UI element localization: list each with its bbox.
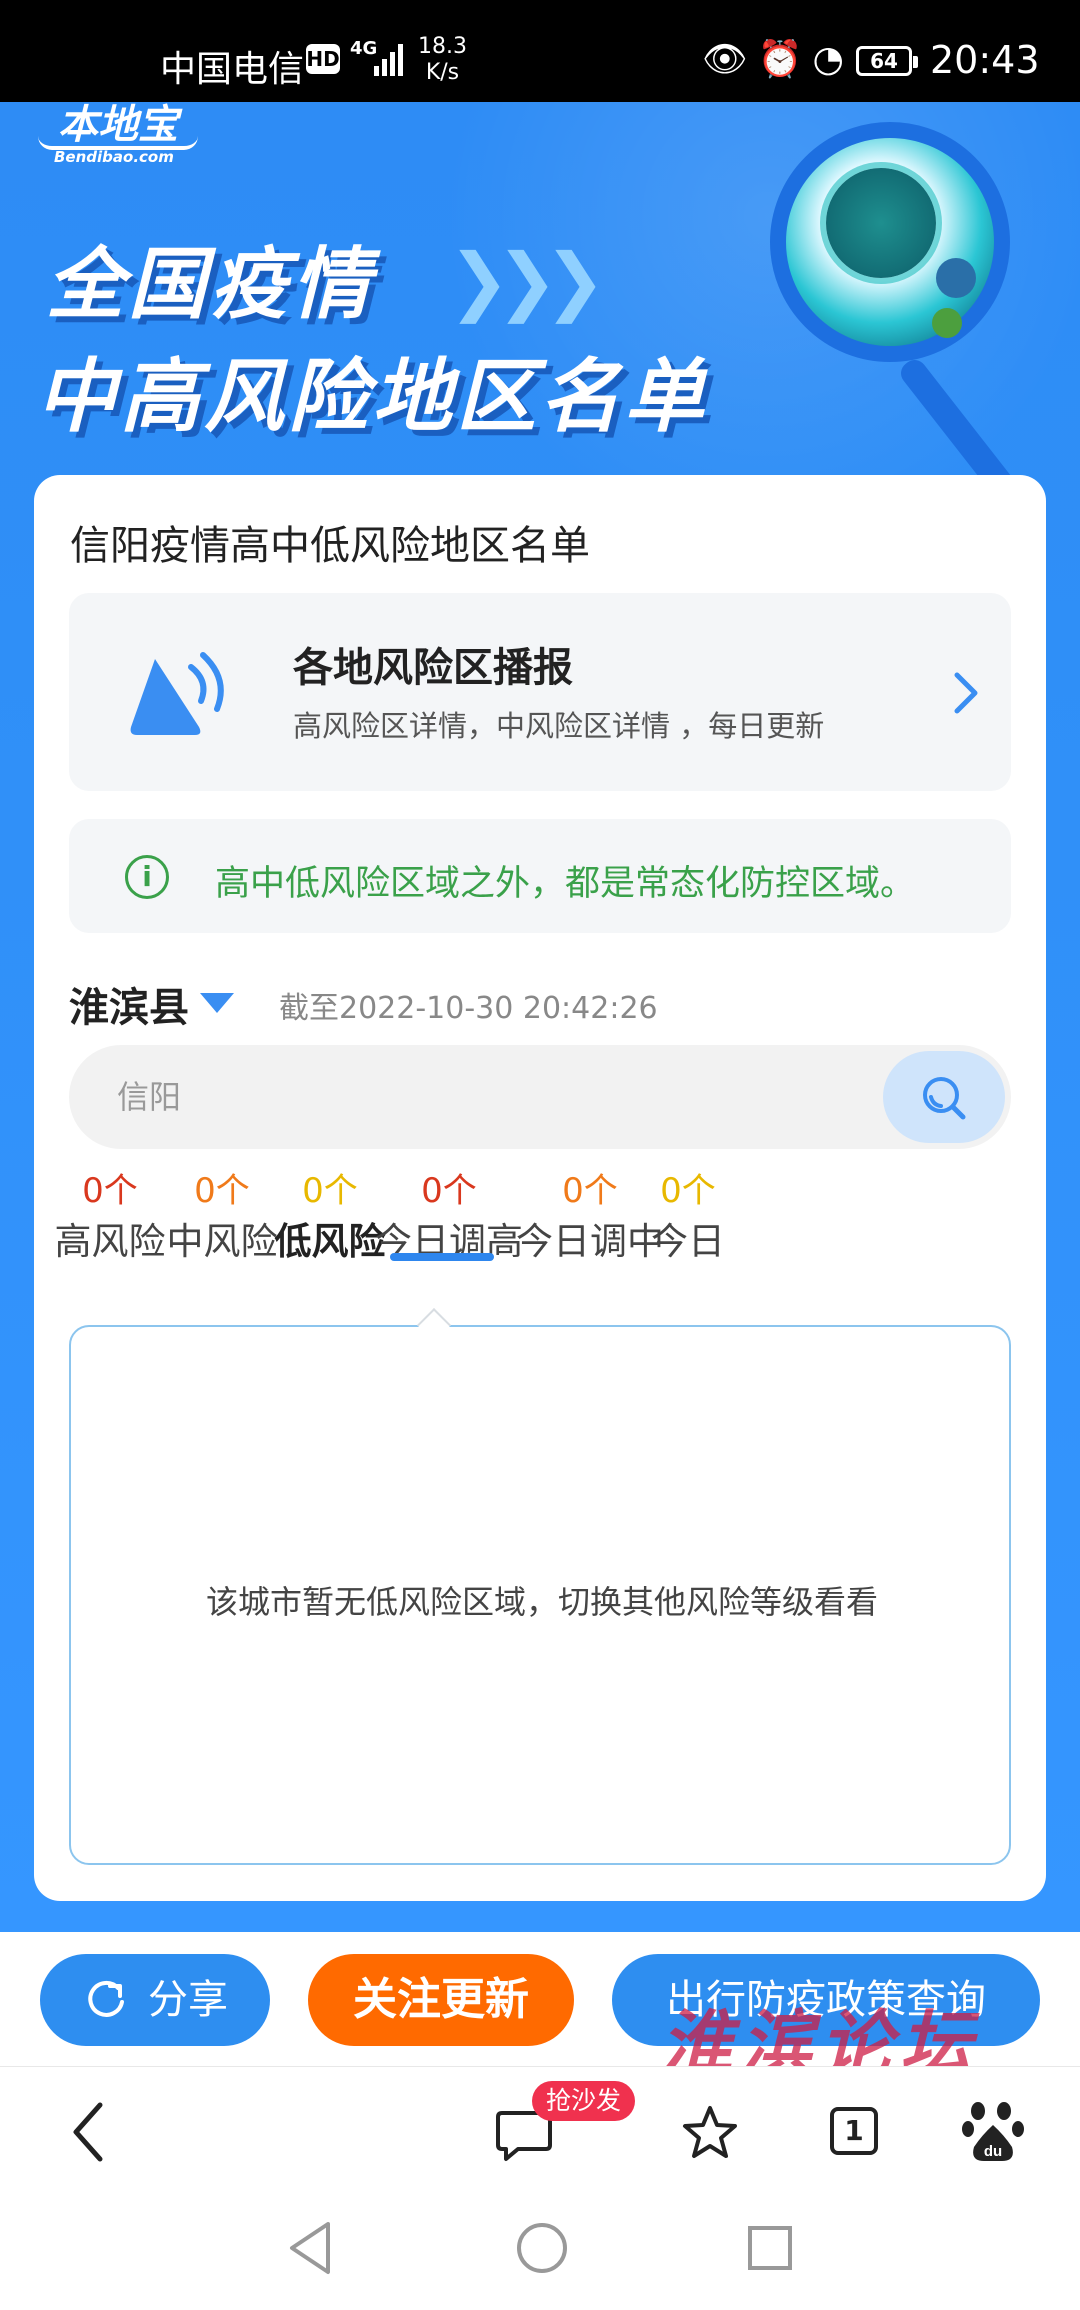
system-navigation	[0, 2196, 1080, 2310]
battery-icon: 64	[856, 46, 918, 76]
broadcast-title: 各地风险区播报	[293, 645, 573, 691]
magnifier-virus-icon	[770, 122, 1010, 362]
tab-label: 今日	[651, 1220, 725, 1263]
search-bar	[69, 1045, 1011, 1149]
nav-back-icon[interactable]	[282, 2216, 338, 2280]
caret-down-icon[interactable]	[200, 993, 234, 1013]
tab-label: 高风险	[54, 1220, 166, 1263]
signal-icon	[374, 44, 403, 76]
follow-updates-button[interactable]: 关注更新	[308, 1954, 574, 2046]
search-button[interactable]	[883, 1051, 1005, 1143]
share-icon	[88, 1980, 124, 2017]
bendibao-logo: 本地宝 Bendibao.com	[34, 102, 214, 172]
share-button[interactable]: 分享	[40, 1954, 270, 2046]
star-icon[interactable]	[680, 2103, 740, 2163]
empty-message: 该城市暂无低风险区域，切换其他风险等级看看	[205, 1583, 878, 1621]
speaker-icon	[130, 652, 224, 735]
tab-count: 0个	[82, 1171, 138, 1211]
active-tab-indicator	[390, 1253, 494, 1261]
update-timestamp: 截至2022-10-30 20:42:26	[279, 991, 658, 1026]
risk-list-card: 信阳疫情高中低风险地区名单 各地风险区播报 高风险区详情，中风险区详情 ，每日更…	[34, 475, 1046, 1901]
back-icon[interactable]	[64, 2097, 114, 2167]
region-selector[interactable]: 淮滨县	[69, 975, 189, 1033]
risk-level-tabs: 0个 高风险 0个 中风险 0个 低风险 0个 今日调高 0个 今日调中 0个 今日	[34, 1165, 1046, 1345]
broadcast-subtitle: 高风险区详情，中风险区详情 ，每日更新	[293, 709, 825, 743]
result-panel: 该城市暂无低风险区域，切换其他风险等级看看	[69, 1325, 1011, 1865]
nav-home-icon[interactable]	[512, 2216, 572, 2280]
chevrons-icon: ❯❯❯	[448, 238, 606, 324]
speed-value: 18.3	[418, 34, 467, 59]
logo-subtext: Bendibao.com	[54, 148, 174, 166]
hd-icon: HD	[306, 44, 340, 74]
info-icon: i	[125, 855, 169, 899]
chevron-right-icon	[954, 672, 978, 714]
comment-badge: 抢沙发	[532, 2081, 636, 2121]
share-label: 分享	[148, 1977, 228, 2023]
search-icon	[923, 1077, 966, 1120]
carrier-name: 中国电信	[160, 49, 305, 90]
eye-icon: 👁	[702, 39, 758, 80]
status-bar: 中国电信 HD 4G 18.3 K/s 👁⏰◔ 64 20:43	[0, 0, 1080, 102]
tab-3[interactable]: 0个 今日调高	[374, 1165, 524, 1305]
network-speed: 18.3 K/s	[418, 34, 467, 86]
tab-0[interactable]: 0个高风险	[48, 1165, 172, 1305]
tab-5[interactable]: 0个今日	[628, 1165, 748, 1305]
risk-broadcast-entry[interactable]: 各地风险区播报 高风险区详情，中风险区详情 ，每日更新	[69, 593, 1011, 791]
page-title: 信阳疫情高中低风险地区名单	[70, 523, 590, 569]
notice-banner: i 高中低风险区域之外，都是常态化防控区域。	[69, 819, 1011, 933]
banner-subheadline: 中高风险地区名单	[36, 350, 708, 443]
tabs-icon[interactable]: 1	[830, 2107, 878, 2155]
search-input[interactable]	[117, 1067, 817, 1127]
notice-text: 高中低风险区域之外，都是常态化防控区域。	[215, 864, 916, 904]
browser-toolbar: 抢沙发 1 du	[0, 2066, 1080, 2196]
banner-headline: 全国疫情	[46, 240, 375, 330]
tab-count: 0个	[660, 1171, 716, 1211]
baidu-icon[interactable]: du	[962, 2101, 1024, 2165]
speedometer-icon: ◔	[812, 39, 854, 80]
tab-count: 0个	[421, 1171, 477, 1211]
banner: 本地宝 Bendibao.com 全国疫情 ❯❯❯ 中高风险地区名单 信阳疫情高…	[0, 102, 1080, 1932]
speed-unit: K/s	[425, 60, 460, 85]
clock: 20:43	[930, 38, 1040, 82]
alarm-icon: ⏰	[757, 39, 813, 80]
svg-text:du: du	[984, 2143, 1002, 2160]
nav-recents-icon[interactable]	[742, 2216, 798, 2280]
